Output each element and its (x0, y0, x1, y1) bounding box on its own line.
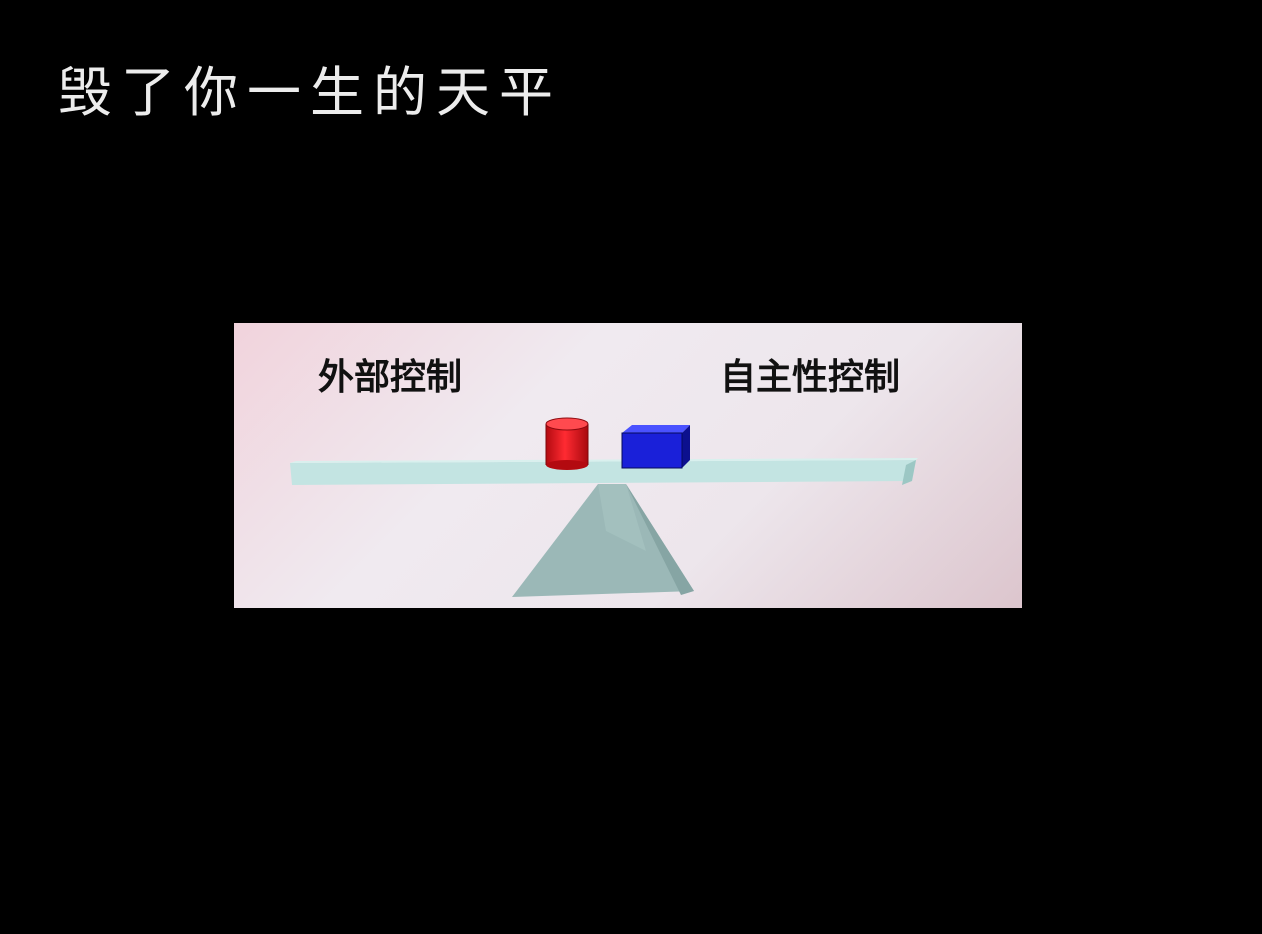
balance-scale-diagram: 外部控制 自主性控制 (234, 323, 1022, 608)
fulcrum (512, 484, 694, 597)
slide-title: 毁了你一生的天平 (58, 61, 562, 124)
scale-beam (290, 458, 918, 485)
scale-drawing (290, 417, 918, 597)
blue-box-icon (621, 425, 690, 469)
red-cylinder-icon (545, 417, 589, 470)
